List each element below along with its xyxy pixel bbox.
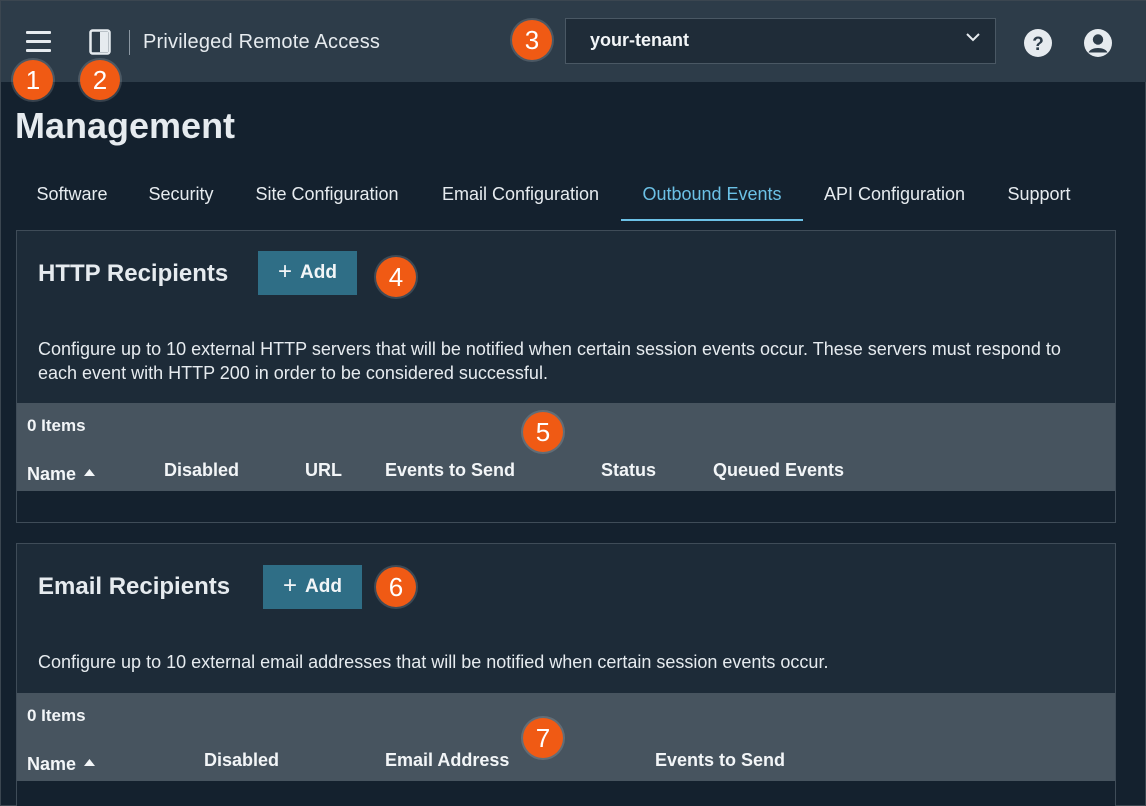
user-icon[interactable] [1083, 28, 1113, 58]
add-email-recipient-label: Add [305, 576, 342, 597]
add-email-recipient-button[interactable]: + Add [263, 565, 362, 609]
tab-support[interactable]: Support [986, 167, 1092, 221]
callout-badge-4: 4 [376, 257, 416, 297]
menu-icon[interactable] [26, 31, 51, 53]
email-recipients-grid-header: 0 Items Name Disabled Email Address Even… [17, 693, 1115, 781]
callout-badge-3: 3 [512, 20, 552, 60]
app-title: Privileged Remote Access [143, 31, 381, 53]
column-queued-events[interactable]: Queued Events [713, 460, 844, 481]
column-name[interactable]: Name [27, 460, 96, 485]
tenant-select[interactable]: your-tenant [565, 18, 996, 64]
add-http-recipient-button[interactable]: + Add [258, 251, 357, 295]
column-events-to-send[interactable]: Events to Send [655, 750, 785, 771]
http-recipients-item-count: 0 Items [27, 416, 86, 435]
sort-ascending-icon [84, 750, 96, 771]
http-recipients-grid-header: 0 Items Name Disabled URL Events to Send… [17, 403, 1115, 491]
tab-site-configuration[interactable]: Site Configuration [234, 167, 420, 221]
http-recipients-title: HTTP Recipients [38, 260, 229, 287]
tab-outbound-events[interactable]: Outbound Events [621, 167, 803, 221]
tab-security[interactable]: Security [128, 167, 234, 221]
callout-badge-7: 7 [523, 718, 563, 758]
column-url[interactable]: URL [305, 460, 342, 481]
callout-badge-6: 6 [376, 567, 416, 607]
column-events-to-send[interactable]: Events to Send [385, 460, 515, 481]
column-name-label: Name [27, 464, 77, 484]
tab-email-configuration[interactable]: Email Configuration [420, 167, 621, 221]
email-recipients-grid-body [17, 781, 1115, 806]
top-bar: Privileged Remote Access your-tenant ? [1, 1, 1146, 82]
plus-icon: + [283, 572, 298, 599]
tab-software[interactable]: Software [16, 167, 128, 221]
callout-badge-5: 5 [523, 412, 563, 452]
column-status[interactable]: Status [601, 460, 656, 481]
callout-badge-1: 1 [13, 60, 53, 100]
http-recipients-description: Configure up to 10 external HTTP servers… [38, 339, 1061, 383]
callout-badge-2: 2 [80, 60, 120, 100]
email-recipients-card: Email Recipients + Add Configure up to 1… [16, 543, 1116, 806]
add-http-recipient-label: Add [300, 262, 337, 283]
sort-ascending-icon [84, 460, 96, 481]
page-title: Management [15, 105, 236, 146]
column-disabled[interactable]: Disabled [164, 460, 239, 481]
email-recipients-item-count: 0 Items [27, 706, 86, 725]
svg-text:?: ? [1032, 34, 1044, 55]
column-name[interactable]: Name [27, 750, 96, 775]
http-recipients-grid-body [17, 491, 1115, 522]
email-recipients-description: Configure up to 10 external email addres… [38, 652, 829, 672]
email-recipients-title: Email Recipients [38, 573, 231, 600]
tenant-select-value: your-tenant [590, 30, 689, 50]
tab-api-configuration[interactable]: API Configuration [803, 167, 986, 221]
column-name-label: Name [27, 754, 77, 774]
http-recipients-card: HTTP Recipients + Add Configure up to 10… [16, 230, 1116, 523]
column-disabled[interactable]: Disabled [204, 750, 279, 771]
title-divider [129, 30, 130, 55]
plus-icon: + [278, 258, 293, 285]
panel-icon[interactable] [89, 29, 111, 55]
column-email-address[interactable]: Email Address [385, 750, 509, 771]
chevron-down-icon [965, 29, 981, 50]
help-icon[interactable]: ? [1023, 28, 1053, 58]
